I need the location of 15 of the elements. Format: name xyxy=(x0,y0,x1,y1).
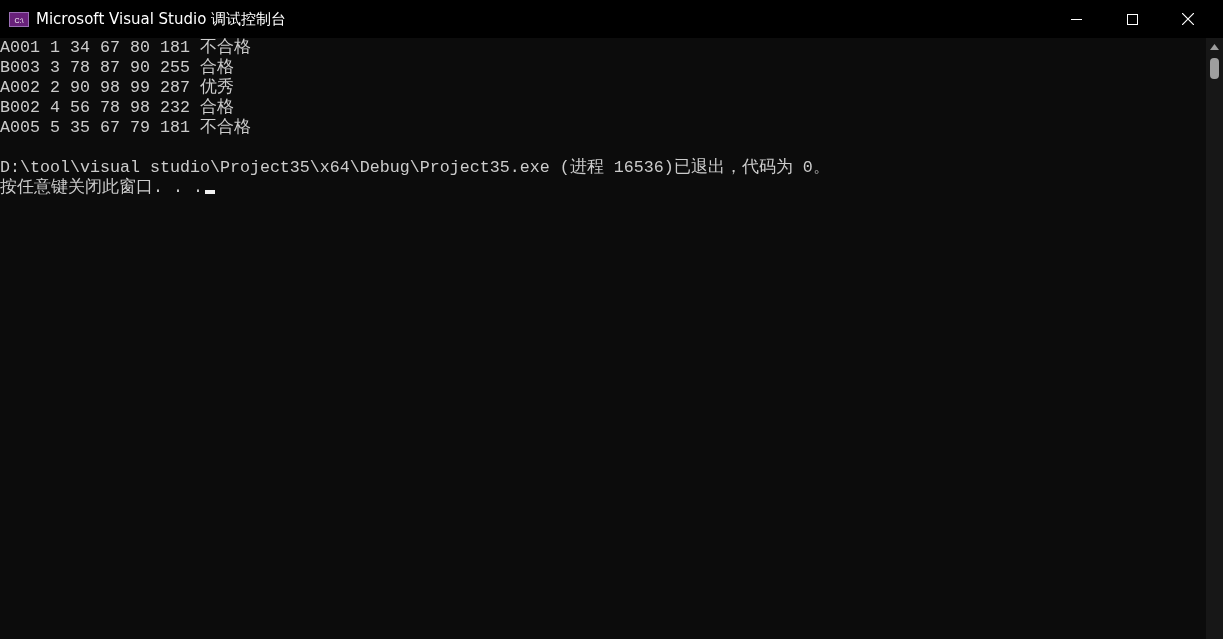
console-line: D:\tool\visual studio\Project35\x64\Debug\Project35.exe (进程 16536)已退出，代码为 0。 xyxy=(0,158,830,177)
scrollbar[interactable] xyxy=(1206,38,1223,639)
console-line: A005 5 35 67 79 181 不合格 xyxy=(0,118,251,137)
maximize-icon xyxy=(1126,13,1138,25)
console-line: B002 4 56 78 98 232 合格 xyxy=(0,98,234,117)
console-line: 按任意键关闭此窗口. . . xyxy=(0,178,203,197)
console-line: B003 3 78 87 90 255 合格 xyxy=(0,58,234,77)
console-line: A002 2 90 98 99 287 优秀 xyxy=(0,78,234,97)
console-line: A001 1 34 67 80 181 不合格 xyxy=(0,38,251,57)
close-icon xyxy=(1182,13,1194,25)
text-cursor xyxy=(205,190,215,194)
minimize-icon xyxy=(1070,18,1082,20)
scroll-thumb[interactable] xyxy=(1210,58,1219,79)
scroll-up-icon[interactable] xyxy=(1210,44,1219,50)
window-title: Microsoft Visual Studio 调试控制台 xyxy=(36,8,287,30)
